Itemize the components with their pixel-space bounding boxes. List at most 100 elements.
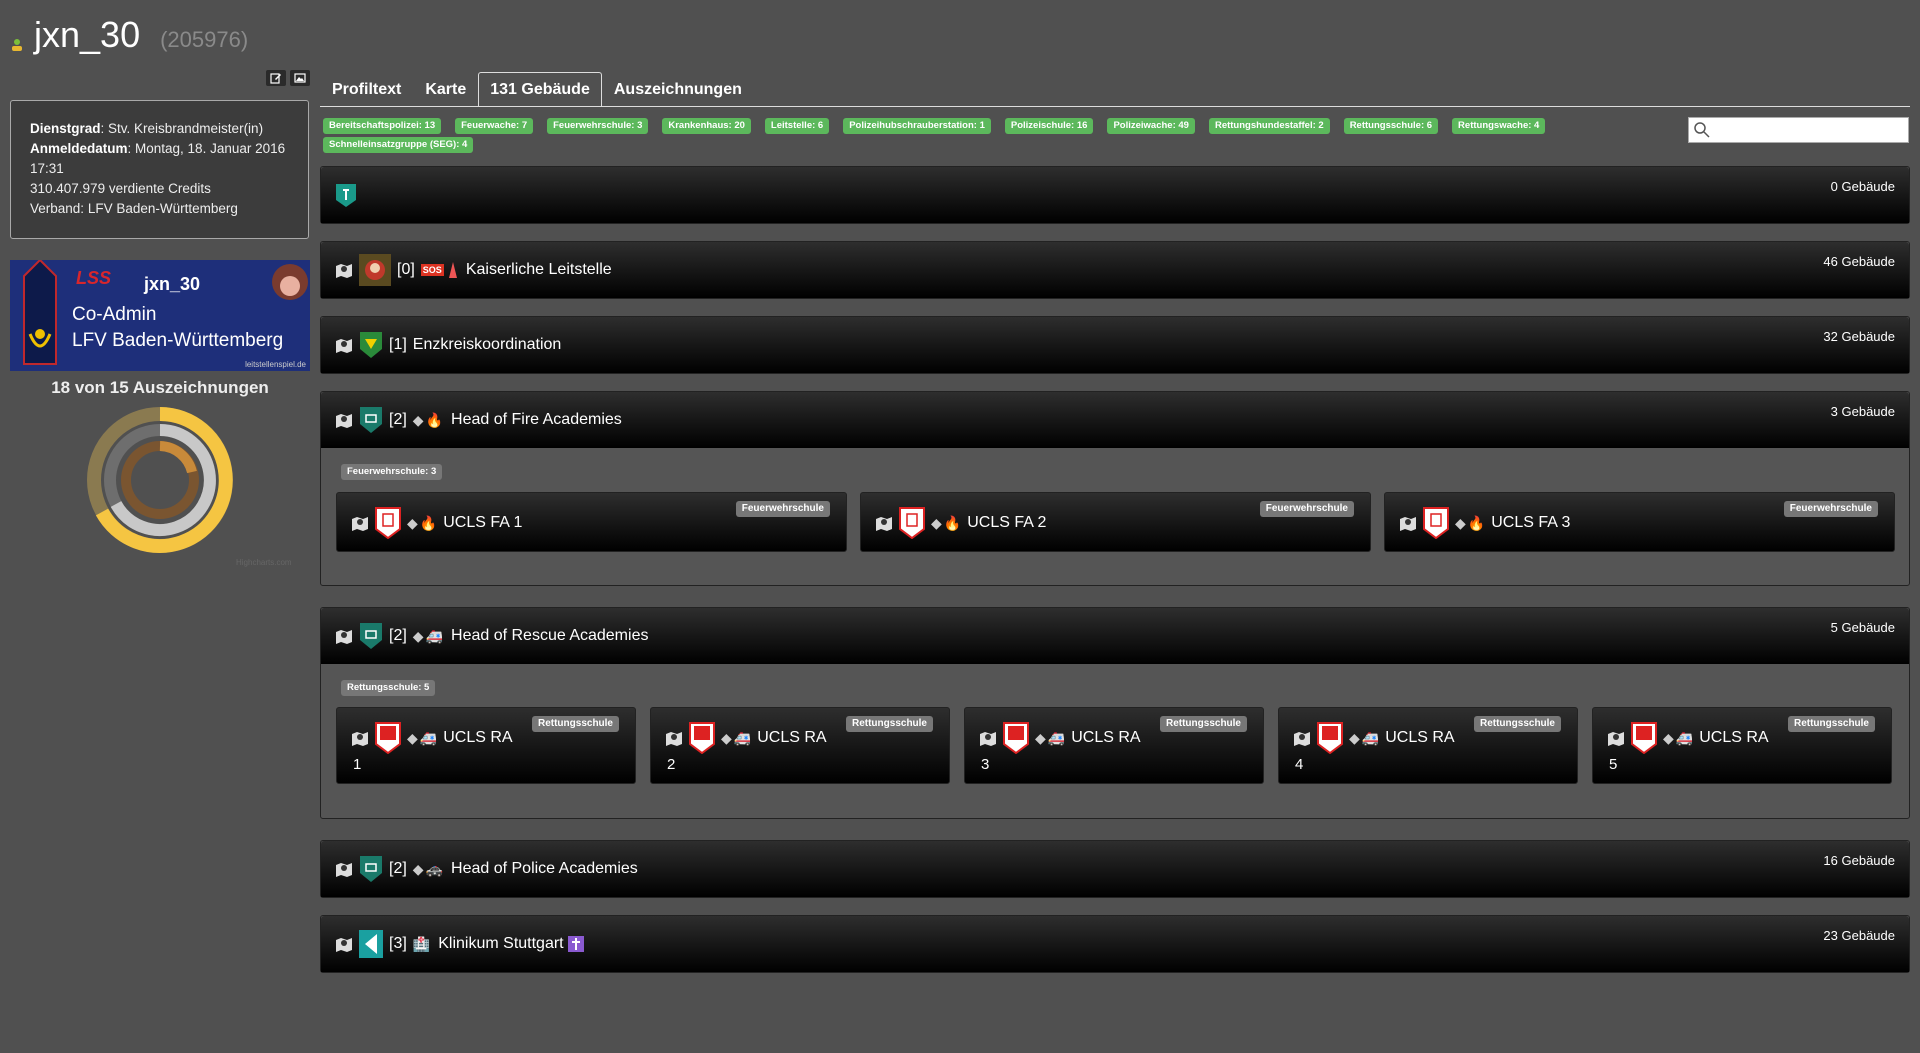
academy-crest-icon [360, 856, 382, 882]
panel-header[interactable]: [2] ◆ 🚑 Head of Rescue Academies 5 Gebäu… [321, 608, 1909, 664]
credits-line: 310.407.979 verdiente Credits [30, 181, 211, 196]
signup-line: Anmeldedatum: Montag, 18. Januar 2016 17… [30, 141, 286, 176]
panel-prefix: [0] [397, 261, 415, 278]
map-marker-icon[interactable] [875, 515, 893, 531]
label-polizeiwache[interactable]: Polizeiwache: 49 [1107, 118, 1195, 134]
tab-auszeichnungen[interactable]: Auszeichnungen [602, 72, 754, 107]
rank-line: Dienstgrad: Stv. Kreisbrandmeister(in) [30, 121, 264, 136]
alliance-building-icon [336, 184, 356, 207]
edit-profile-icon[interactable] [266, 70, 286, 86]
map-marker-icon[interactable] [335, 936, 353, 952]
map-marker-icon[interactable] [1399, 515, 1417, 531]
search-input[interactable] [1688, 117, 1909, 143]
building-count: 46 Gebäude [1823, 254, 1895, 269]
building-name: UCLS FA 1 [443, 514, 523, 531]
panel-prefix: [2] [389, 627, 407, 644]
building-type-badge: Feuerwehrschule [1783, 501, 1878, 517]
awards-donut-chart [87, 407, 233, 553]
alliance-line: Verband: LFV Baden-Württemberg [30, 201, 238, 216]
map-marker-icon[interactable] [351, 730, 369, 746]
building-card[interactable]: Feuerwehrschule ◆ 🔥 UCLS FA 1 [336, 492, 847, 552]
graduate-icon: ◆ [1035, 729, 1046, 746]
fire-icon: 🔥 [1467, 514, 1486, 531]
map-marker-icon[interactable] [335, 337, 353, 353]
map-marker-icon[interactable] [351, 515, 369, 531]
fire-icon: 🔥 [943, 514, 962, 531]
klinikum-logo-icon [359, 930, 383, 958]
map-marker-icon[interactable] [335, 262, 353, 278]
building-card[interactable]: Rettungsschule ◆ 🚑 UCLS RA 1 [336, 707, 636, 784]
fire-school-icon [1423, 507, 1449, 539]
label-rettungshundestaffel[interactable]: Rettungshundestaffel: 2 [1208, 118, 1330, 134]
building-number: 3 [981, 756, 990, 773]
username: jxn_30 [34, 14, 141, 55]
building-count: 23 Gebäude [1823, 928, 1895, 943]
building-type-badge: Rettungsschule [531, 716, 619, 732]
map-marker-icon[interactable] [1293, 730, 1311, 746]
building-card[interactable]: Rettungsschule ◆ 🚑 UCLS RA 5 [1592, 707, 1892, 784]
building-name: UCLS RA [1385, 729, 1455, 746]
building-card[interactable]: Rettungsschule ◆ 🚑 UCLS RA 4 [1278, 707, 1578, 784]
building-number: 2 [667, 756, 676, 773]
panel-header[interactable]: 0 Gebäude [321, 167, 1909, 223]
map-marker-icon[interactable] [1607, 730, 1625, 746]
map-marker-icon[interactable] [665, 730, 683, 746]
graduate-icon: ◆ [412, 860, 424, 877]
building-number: 1 [353, 756, 362, 773]
ambulance-icon: 🚑 [419, 729, 438, 746]
building-name: UCLS FA 3 [1491, 514, 1571, 531]
building-card[interactable]: Feuerwehrschule ◆ 🔥 UCLS FA 3 [1384, 492, 1895, 552]
graduate-icon: ◆ [412, 411, 424, 428]
label-krankenhaus[interactable]: Krankenhaus: 20 [662, 118, 751, 134]
panel-header[interactable]: [0] SOS Kaiserliche Leitstelle 46 Gebäud… [321, 242, 1909, 298]
building-card[interactable]: Feuerwehrschule ◆ 🔥 UCLS FA 2 [860, 492, 1371, 552]
label-seg[interactable]: Schnelleinsatzgruppe (SEG): 4 [323, 137, 474, 153]
building-name: UCLS RA [1071, 729, 1141, 746]
building-count: 5 Gebäude [1830, 620, 1895, 635]
panel-prefix: [3] [389, 935, 407, 952]
building-card[interactable]: Rettungsschule ◆ 🚑 UCLS RA 2 [650, 707, 950, 784]
tab-karte[interactable]: Karte [413, 72, 478, 107]
panel-header[interactable]: [2] ◆ 🚓 Head of Police Academies 16 Gebä… [321, 841, 1909, 897]
panel-header[interactable]: [3] 🏥 Klinikum Stuttgart 23 Gebäude [321, 916, 1909, 972]
label-rettungsschule[interactable]: Rettungsschule: 6 [1343, 118, 1439, 134]
label-polizeihubschrauberstation[interactable]: Polizeihubschrauberstation: 1 [843, 118, 991, 134]
tab-profiltext[interactable]: Profiltext [320, 72, 413, 107]
map-marker-icon[interactable] [335, 412, 353, 428]
map-marker-icon[interactable] [335, 861, 353, 877]
panel-header[interactable]: [2] ◆ 🔥 Head of Fire Academies 3 Gebäude [321, 392, 1909, 448]
building-type-badge: Rettungsschule [1787, 716, 1875, 732]
awards-title: 18 von 15 Auszeichnungen [51, 378, 269, 397]
banner-role: Co-Admin LFV Baden-Württemberg [72, 304, 284, 351]
panel-klinikum-stuttgart: [3] 🏥 Klinikum Stuttgart 23 Gebäude [320, 915, 1910, 973]
label-bereitschaftspolizei[interactable]: Bereitschaftspolizei: 13 [323, 118, 442, 134]
edit-image-icon[interactable] [290, 70, 310, 86]
panel-kaiserliche-leitstelle: [0] SOS Kaiserliche Leitstelle 46 Gebäud… [320, 241, 1910, 299]
profile-info-box: Dienstgrad: Stv. Kreisbrandmeister(in) A… [10, 100, 309, 239]
tab-gebaeude[interactable]: 131 Gebäude [478, 72, 602, 107]
label-feuerwache[interactable]: Feuerwache: 7 [455, 118, 534, 134]
label-leitstelle[interactable]: Leitstelle: 6 [764, 118, 830, 134]
graduate-icon: ◆ [407, 514, 418, 531]
police-car-icon: 🚓 [425, 860, 444, 877]
label-feuerwehrschule[interactable]: Feuerwehrschule: 3 [547, 118, 649, 134]
panel-prefix: [2] [389, 860, 407, 877]
academy-crest-icon [360, 623, 382, 649]
building-type-labels: Bereitschaftspolizei: 13 Feuerwache: 7 F… [323, 118, 1653, 153]
building-number: 5 [1609, 756, 1618, 773]
panel-header[interactable]: [1] Enzkreiskoordination 32 Gebäude [321, 317, 1909, 373]
label-rettungswache[interactable]: Rettungswache: 4 [1452, 118, 1546, 134]
building-number: 4 [1295, 756, 1304, 773]
panel-head-of-fire-academies: [2] ◆ 🔥 Head of Fire Academies 3 Gebäude… [320, 391, 1910, 586]
building-type-badge: Rettungsschule [1473, 716, 1561, 732]
label-polizeischule[interactable]: Polizeischule: 16 [1004, 118, 1094, 134]
rescue-school-icon [1003, 722, 1029, 754]
enzkreis-crest-icon [360, 332, 382, 358]
panel-title: Head of Police Academies [451, 860, 638, 877]
building-card[interactable]: Rettungsschule ◆ 🚑 UCLS RA 3 [964, 707, 1264, 784]
fire-school-icon [375, 507, 401, 539]
map-marker-icon[interactable] [979, 730, 997, 746]
map-marker-icon[interactable] [335, 628, 353, 644]
rescue-school-icon [1631, 722, 1657, 754]
building-count: 32 Gebäude [1823, 329, 1895, 344]
